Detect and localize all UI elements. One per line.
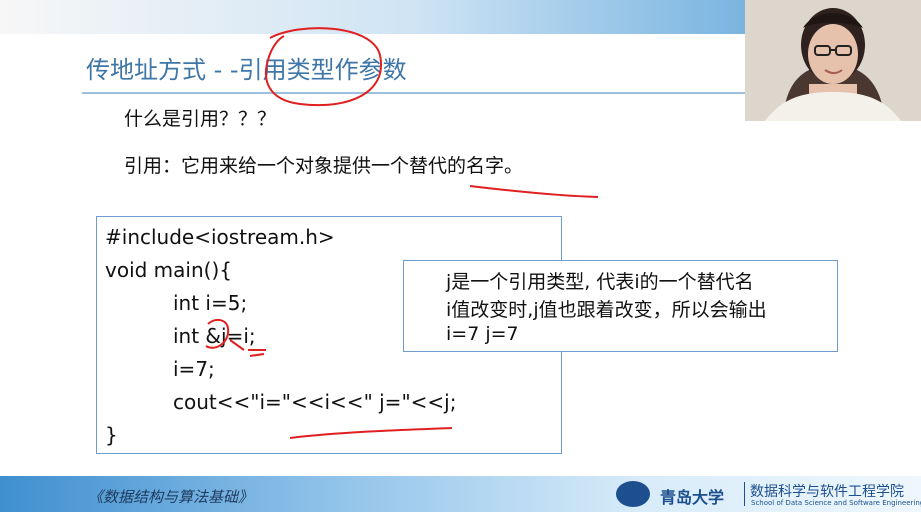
presenter-video bbox=[745, 0, 921, 121]
cout-underline-mark bbox=[289, 427, 453, 439]
ref-mark-1 bbox=[229, 339, 245, 351]
footer-divider bbox=[744, 482, 745, 506]
college-name-cn: 数据科学与软件工程学院 bbox=[750, 484, 904, 500]
college-name-en: School of Data Science and Software Engi… bbox=[751, 499, 921, 507]
ampersand-mark bbox=[205, 318, 230, 349]
slide: 传地址方式 - -引用类型作参数 什么是引用？？？ 引用：它用来给一个对象提供一… bbox=[0, 0, 921, 512]
university-emblem-icon bbox=[616, 481, 650, 507]
definition-underline-mark bbox=[469, 185, 599, 198]
ref-mark-3 bbox=[249, 353, 265, 357]
title-circle-mark bbox=[264, 27, 383, 107]
university-name: 青岛大学 bbox=[660, 488, 725, 507]
course-title: 《数据结构与算法基础》 bbox=[88, 488, 254, 506]
